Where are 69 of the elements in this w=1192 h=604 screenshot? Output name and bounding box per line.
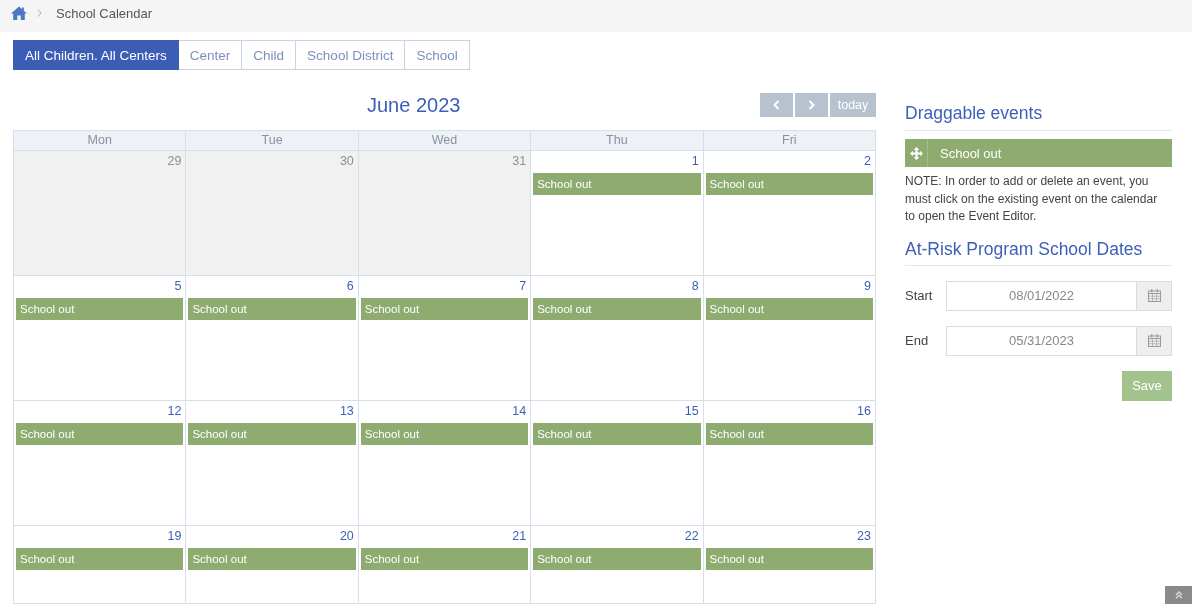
chevron-right-icon	[808, 100, 815, 110]
chevron-right-icon	[37, 9, 42, 17]
day-number: 8	[691, 279, 700, 294]
scroll-top-button[interactable]	[1165, 586, 1192, 604]
day-number: 6	[346, 279, 355, 294]
event-bar[interactable]: School out	[533, 423, 701, 445]
section-heading: Draggable events	[905, 102, 1044, 125]
weekday-header: Wed	[358, 131, 532, 151]
filter-tab[interactable]: Child	[242, 40, 297, 70]
draggable-event[interactable]: School out	[905, 139, 1172, 167]
date-field[interactable]: 08/01/2022	[946, 280, 1136, 311]
event-bar[interactable]: School out	[188, 548, 356, 570]
field-label: End	[905, 333, 930, 348]
double-chevron-up-icon	[1174, 591, 1183, 599]
day-number: 2	[864, 154, 872, 169]
day-number: 5	[174, 279, 183, 294]
event-bar[interactable]: School out	[705, 548, 873, 570]
event-bar[interactable]: School out	[16, 423, 184, 445]
event-bar[interactable]: School out	[705, 298, 873, 320]
event-bar[interactable]: School out	[533, 548, 701, 570]
event-bar[interactable]: School out	[188, 298, 356, 320]
note-text: NOTE: In order to add or delete an event, you must click on the existing event on the calendar to open the Event Editor.	[905, 173, 1159, 225]
event-bar[interactable]: School out	[533, 298, 701, 320]
day-number: 30	[339, 154, 355, 169]
day-number: 23	[857, 529, 872, 544]
event-bar[interactable]: School out	[705, 423, 873, 445]
calendar-title: June 2023	[367, 93, 461, 117]
event-bar[interactable]: School out	[16, 298, 184, 320]
date-field[interactable]: 05/31/2023	[946, 325, 1136, 356]
day-number: 7	[519, 279, 528, 294]
day-number: 12	[167, 404, 183, 419]
day-number: 14	[512, 404, 528, 419]
weekday-header: Thu	[531, 131, 704, 151]
day-number: 9	[864, 279, 872, 294]
move-icon	[909, 146, 923, 160]
day-number: 15	[684, 404, 700, 419]
event-bar[interactable]: School out	[360, 298, 529, 320]
filter-tab[interactable]: Center	[178, 40, 243, 70]
day-number: 20	[339, 529, 355, 544]
day-number: 13	[339, 404, 355, 419]
weekday-header: Mon	[14, 131, 187, 151]
weekday-header: Fri	[703, 131, 876, 151]
calendar-button[interactable]	[1136, 280, 1172, 311]
event-bar[interactable]: School out	[533, 173, 701, 195]
event-bar[interactable]: School out	[16, 548, 184, 570]
day-number: 16	[857, 404, 872, 419]
calendar-icon	[1147, 289, 1161, 302]
calendar-icon	[1147, 334, 1161, 347]
day-number: 31	[512, 154, 528, 169]
day-number: 19	[167, 529, 183, 544]
weekday-header: Tue	[186, 131, 359, 151]
filter-tab[interactable]: School District	[296, 40, 406, 70]
filter-tab[interactable]: School	[405, 40, 470, 70]
filter-tab[interactable]: All Children. All Centers	[13, 40, 179, 70]
event-bar[interactable]: School out	[705, 173, 873, 195]
day-number: 21	[512, 529, 528, 544]
field-label: Start	[905, 288, 934, 303]
day-number: 1	[691, 154, 700, 169]
event-bar[interactable]: School out	[360, 548, 529, 570]
day-number: 29	[167, 154, 183, 169]
chevron-left-icon	[773, 100, 780, 110]
today-button[interactable]: today	[830, 93, 876, 117]
event-bar[interactable]: School out	[188, 423, 356, 445]
calendar-button[interactable]	[1136, 325, 1172, 356]
section-heading: At-Risk Program School Dates	[905, 237, 1144, 261]
home-icon[interactable]	[11, 6, 27, 20]
day-number: 22	[684, 529, 700, 544]
breadcrumb-current: School Calendar	[56, 5, 153, 21]
event-bar[interactable]: School out	[360, 423, 529, 445]
